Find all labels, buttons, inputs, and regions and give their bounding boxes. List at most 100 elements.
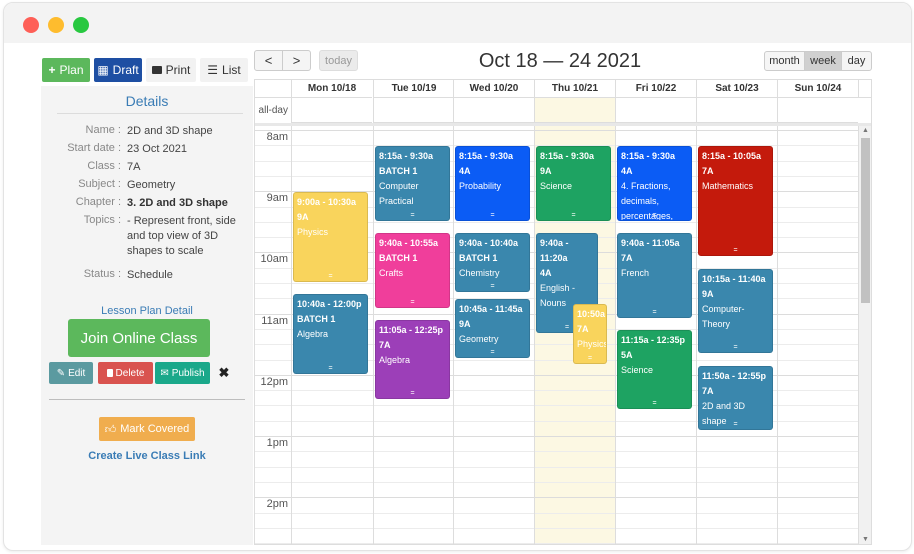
calendar-event[interactable]: 11:15a - 12:35p 5A Science = [617, 329, 692, 410]
resize-handle-icon[interactable]: = [618, 400, 691, 407]
calendar-event[interactable]: 10:40a - 12:00p BATCH 1 Algebra = [293, 294, 368, 374]
all-day-cell[interactable] [615, 98, 696, 123]
detail-label: Start date : [67, 142, 121, 154]
resize-handle-icon[interactable]: = [294, 365, 367, 372]
resize-handle-icon[interactable]: = [699, 421, 772, 428]
calendar-event[interactable]: 8:15a - 9:30a 9A Science = [536, 146, 611, 221]
calendar-event[interactable]: 10:15a - 11:40a 9A Computer-Theory = [698, 268, 773, 354]
minimize-window-icon[interactable] [48, 17, 64, 33]
next-week-button[interactable]: > [282, 50, 311, 71]
scroll-down-icon[interactable]: ▼ [859, 536, 871, 543]
resize-handle-icon[interactable]: = [376, 212, 449, 219]
resize-handle-icon[interactable]: = [376, 390, 449, 397]
all-day-cell[interactable] [291, 98, 372, 123]
calendar-event[interactable]: 10:45a - 11:45a 9A Geometry = [455, 299, 530, 359]
event-class: 7A [621, 253, 633, 263]
create-live-class-link[interactable]: Create Live Class Link [41, 450, 253, 462]
week-calendar: Mon 10/18 Tue 10/19 Wed 10/20 Thu 10/21 Fri … [254, 79, 872, 545]
delete-button[interactable]: Delete [98, 362, 153, 384]
calendar-event[interactable]: 9:40a - 10:40a BATCH 1 Chemistry = [455, 233, 530, 293]
prev-week-button[interactable]: < [254, 50, 283, 71]
resize-handle-icon[interactable]: = [294, 273, 367, 280]
event-time: 8:15a - 9:30a [459, 151, 514, 162]
all-day-cell[interactable] [453, 98, 534, 123]
edit-icon: ✎ [56, 367, 66, 379]
scrollbar-thumb[interactable] [861, 138, 870, 303]
resize-handle-icon[interactable]: = [456, 212, 529, 219]
time-slot-line [255, 512, 859, 514]
event-time: 10:15a - 11:40a [702, 273, 766, 284]
event-time: 10:40a - 12:00p [297, 299, 362, 310]
calendar-event[interactable]: 8:15a - 9:30a 4A Probability = [455, 146, 530, 221]
resize-handle-icon[interactable]: = [618, 212, 691, 219]
envelope-icon: ✉ [160, 367, 169, 379]
resize-handle-icon[interactable]: = [537, 212, 610, 219]
list-button[interactable]: ☰ List [200, 58, 248, 82]
event-title: Physics [297, 227, 329, 238]
resize-handle-icon[interactable]: = [574, 355, 606, 362]
edit-button[interactable]: ✎ Edit [49, 362, 93, 384]
time-slot-line [255, 130, 859, 131]
calendar-event[interactable]: 11:50a - 12:55p 7A 2D and 3D shape = [698, 365, 773, 430]
scrollbar[interactable]: ▲ ▼ [859, 126, 871, 544]
view-week-button[interactable]: week [804, 51, 842, 71]
close-details-button[interactable]: ✖ [212, 362, 236, 384]
time-label: 12pm [260, 375, 288, 388]
calendar-event[interactable]: 8:15a - 9:30a 4A 4. Fractions, decimals, p… [617, 146, 692, 221]
event-time: 11:50a - 12:55p [702, 370, 767, 381]
join-online-class-button[interactable]: Join Online Class [68, 319, 210, 357]
event-class: 9A [297, 212, 309, 223]
day-column-divider [777, 126, 778, 544]
view-month-button[interactable]: month [764, 51, 805, 71]
maximize-window-icon[interactable] [73, 17, 89, 33]
list-icon: ☰ [207, 63, 219, 77]
calendar-event[interactable]: 9:40a - 11:05a 7A French = [617, 233, 692, 318]
event-time: 9:40a - 10:40a [459, 238, 519, 248]
calendar-event[interactable]: 8:15a - 9:30a BATCH 1 Computer Practical = [375, 146, 450, 221]
time-slot-line [255, 481, 859, 483]
close-window-icon[interactable] [23, 17, 39, 33]
event-class: 7A [702, 166, 714, 177]
mark-covered-label: Mark Covered [120, 423, 190, 435]
calendar-event[interactable]: 11:05a - 12:25p 7A Algebra = [375, 319, 450, 400]
day-header: Sun 10/24 [777, 80, 858, 98]
time-label: 1pm [266, 437, 288, 449]
lesson-plan-detail-link[interactable]: Lesson Plan Detail [41, 305, 253, 317]
edit-label: Edit [68, 367, 86, 379]
day-column-divider [453, 126, 454, 544]
all-day-label: all-day [258, 105, 288, 116]
calendar-event[interactable]: 8:15a - 10:05a 7A Mathematics = [698, 146, 773, 257]
detail-label: Subject : [78, 178, 121, 190]
resize-handle-icon[interactable]: = [456, 283, 529, 290]
calendar-event[interactable]: 10:50a 7A Physics = [573, 304, 607, 364]
all-day-cell[interactable] [534, 98, 615, 123]
event-title: Algebra [297, 329, 329, 340]
all-day-cell[interactable] [777, 98, 858, 123]
resize-handle-icon[interactable]: = [699, 344, 772, 351]
detail-value: - Represent front, side and top view of … [127, 215, 236, 257]
resize-handle-icon[interactable]: = [618, 309, 691, 316]
scroll-up-icon[interactable]: ▲ [859, 127, 871, 134]
view-day-button[interactable]: day [841, 51, 872, 71]
print-label: Print [165, 63, 191, 77]
list-label: List [222, 63, 241, 77]
print-button[interactable]: Print [146, 58, 196, 82]
calendar-event[interactable]: 9:00a - 10:30a 9A Physics = [293, 192, 368, 282]
chevron-left-icon: < [264, 53, 273, 68]
detail-value: 3. 2D and 3D shape [127, 197, 228, 209]
resize-handle-icon[interactable]: = [699, 247, 772, 254]
all-day-cell[interactable] [696, 98, 777, 123]
publish-button[interactable]: ✉ Publish [155, 362, 210, 384]
day-header: Mon 10/18 [291, 80, 372, 98]
draft-button[interactable]: ▦ Draft [94, 58, 142, 82]
add-plan-button[interactable]: + Plan [42, 58, 90, 82]
today-button[interactable]: today [319, 50, 358, 71]
mark-covered-button[interactable]: 👍︎ Mark Covered [99, 417, 195, 441]
all-day-cell[interactable] [373, 98, 454, 123]
resize-handle-icon[interactable]: = [376, 299, 449, 306]
resize-handle-icon[interactable]: = [456, 349, 529, 356]
detail-value: Schedule [127, 269, 173, 281]
details-divider [57, 113, 243, 114]
draft-label: Draft [112, 63, 139, 77]
calendar-event[interactable]: 9:40a - 10:55a BATCH 1 Crafts = [375, 233, 450, 308]
